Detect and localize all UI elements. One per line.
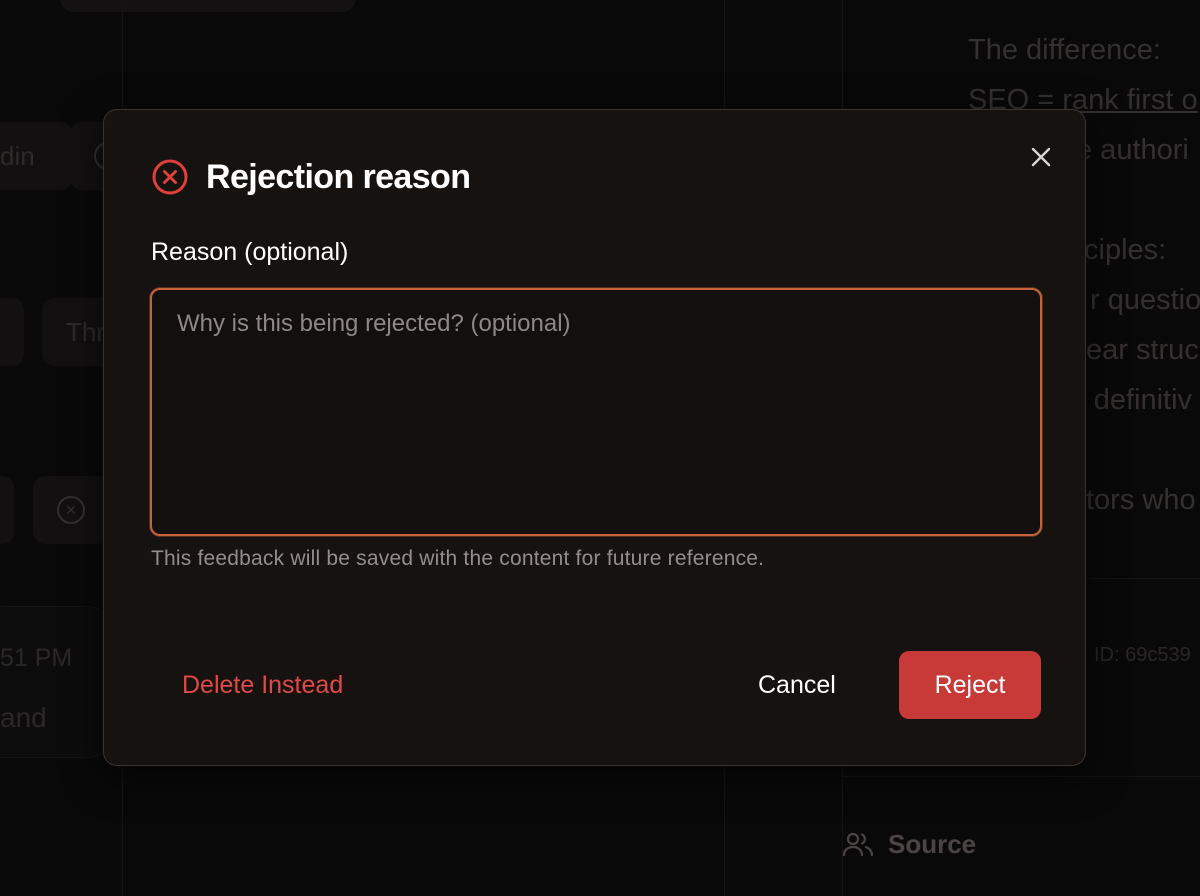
background-chip: × xyxy=(33,476,109,544)
dialog-title: Rejection reason xyxy=(206,158,471,196)
background-top-pill xyxy=(60,0,356,12)
background-chip-label: din xyxy=(0,141,35,171)
background-text-line: tors who xyxy=(1086,484,1196,516)
background-chip xyxy=(0,298,24,366)
source-tab: Source xyxy=(842,826,976,862)
helper-text: This feedback will be saved with the con… xyxy=(151,547,765,570)
background-text-line: - definitiv xyxy=(1076,384,1193,416)
background-text-line: The difference: xyxy=(968,34,1161,66)
close-icon xyxy=(1031,147,1051,167)
background-text-line: ciples: xyxy=(1084,234,1167,266)
background-chip xyxy=(0,476,14,544)
background-card-time: 51 PM xyxy=(0,644,73,672)
background-message-card xyxy=(0,606,112,758)
background-id-text: ID: 69c539 xyxy=(1094,644,1191,666)
background-chip-label: Thr xyxy=(66,317,105,347)
cancel-button[interactable]: Cancel xyxy=(758,667,836,703)
rejection-dialog: Rejection reason Reason (optional) This … xyxy=(103,109,1086,766)
background-text-line: r questio xyxy=(1090,284,1200,316)
background-text-line: e authori xyxy=(1076,134,1189,166)
close-button[interactable] xyxy=(1024,140,1058,174)
x-circle-icon: × xyxy=(57,496,85,524)
source-label: Source xyxy=(888,828,977,859)
background-text-line: ear struc xyxy=(1086,334,1199,366)
reject-button[interactable]: Reject xyxy=(899,651,1041,719)
users-icon xyxy=(842,832,874,857)
delete-instead-button[interactable]: Delete Instead xyxy=(182,667,343,703)
background-divider xyxy=(842,776,1200,777)
reason-field-label: Reason (optional) xyxy=(151,238,349,266)
x-circle-icon xyxy=(152,159,188,195)
background-card-text: and xyxy=(0,702,47,733)
background-chip: din xyxy=(0,122,72,190)
reason-textarea[interactable] xyxy=(150,288,1042,536)
